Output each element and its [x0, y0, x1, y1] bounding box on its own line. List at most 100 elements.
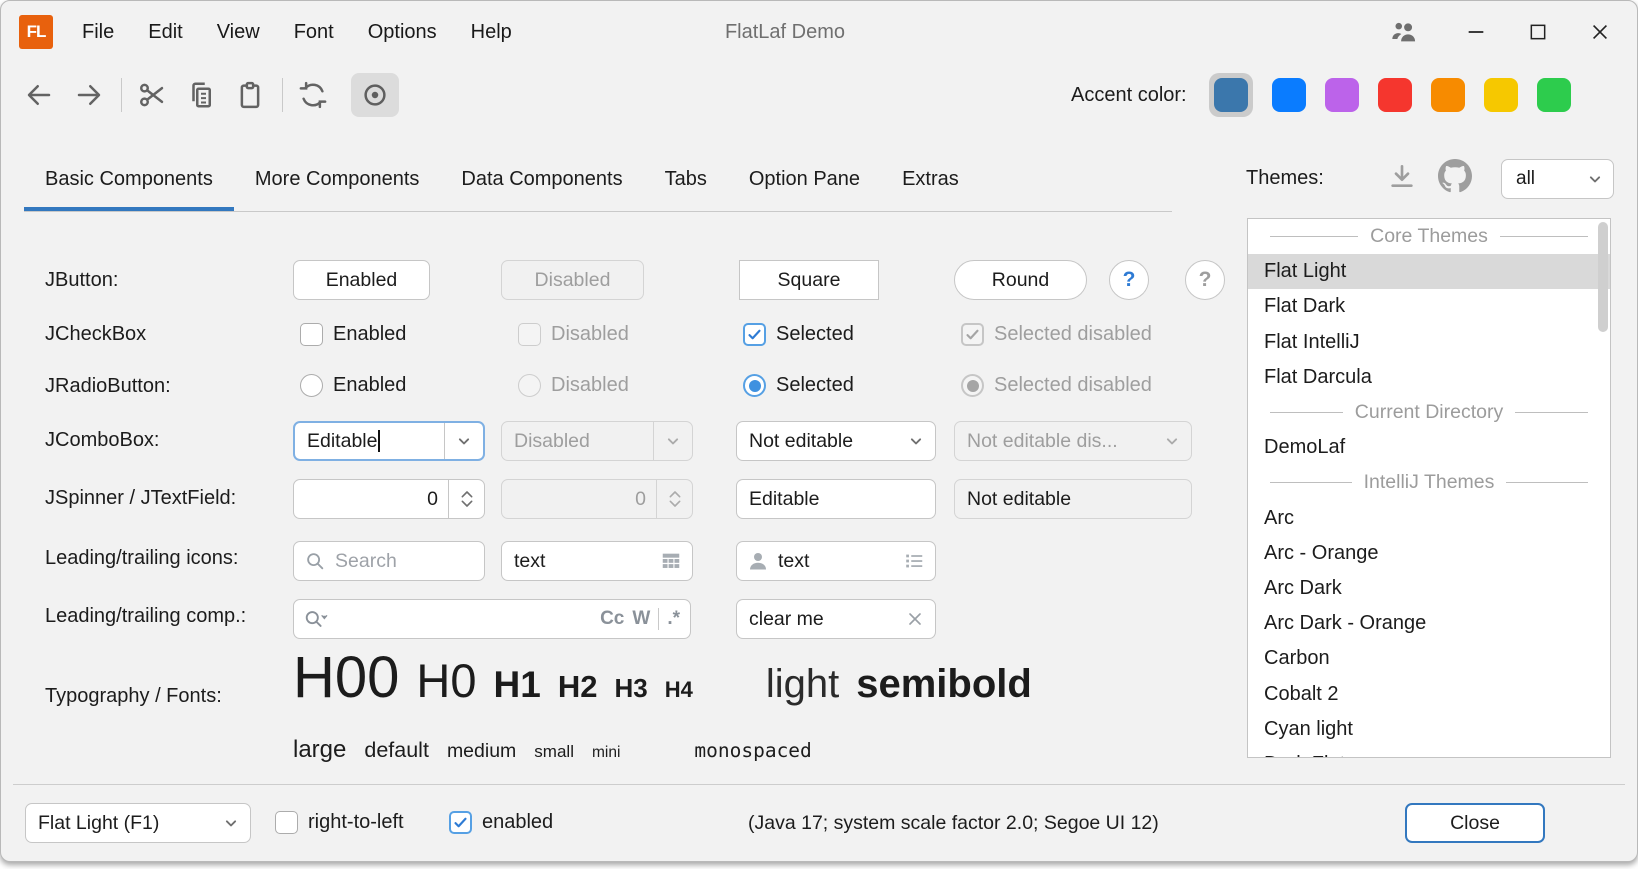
accent-swatch-orange[interactable]: [1431, 78, 1465, 112]
spinner-enabled[interactable]: 0: [293, 479, 485, 519]
laf-combobox[interactable]: Flat Light (F1): [25, 803, 251, 843]
clear-icon[interactable]: [905, 609, 925, 629]
chevron-down-icon[interactable]: [897, 431, 935, 451]
chevron-down-icon[interactable]: [445, 431, 483, 451]
back-button[interactable]: [19, 75, 59, 115]
checkbox-box[interactable]: [743, 323, 766, 346]
checkbox-selected-disabled: Selected disabled: [961, 323, 1152, 346]
h1-sample: H1: [494, 665, 541, 706]
checkbox-enabled[interactable]: Enabled: [300, 323, 406, 346]
accent-swatch-yellow[interactable]: [1484, 78, 1518, 112]
window-controls: [1369, 1, 1631, 63]
themes-filter-combobox[interactable]: all: [1501, 159, 1614, 199]
theme-item-flat-light[interactable]: Flat Light: [1248, 254, 1610, 289]
theme-item-flat-intellij[interactable]: Flat IntelliJ: [1248, 325, 1610, 360]
radio-disabled: Disabled: [518, 374, 629, 397]
combobox-editable[interactable]: Editable: [293, 421, 485, 461]
theme-item-arc[interactable]: Arc: [1248, 501, 1610, 536]
textfield-editable[interactable]: Editable: [736, 479, 936, 519]
combobox-not-editable[interactable]: Not editable: [736, 421, 936, 461]
rtl-checkbox[interactable]: right-to-left: [275, 811, 404, 834]
download-icon[interactable]: [1386, 161, 1418, 193]
close-button[interactable]: Close: [1405, 803, 1545, 843]
show-hidden-toggle[interactable]: [351, 73, 399, 117]
checkbox-box[interactable]: [300, 323, 323, 346]
paste-button[interactable]: [230, 75, 270, 115]
default-sample: default: [364, 739, 429, 763]
tab-extras[interactable]: Extras: [881, 154, 980, 211]
regex-button[interactable]: .*: [667, 608, 680, 630]
jcheckbox-label: JCheckBox: [45, 321, 146, 347]
theme-item-demolaf[interactable]: DemoLaf: [1248, 430, 1610, 465]
theme-item-dark-flat[interactable]: Dark Flat: [1248, 747, 1610, 758]
menu-options[interactable]: Options: [351, 21, 454, 44]
theme-item-arc-dark[interactable]: Arc Dark: [1248, 571, 1610, 606]
radio-selected[interactable]: Selected: [743, 374, 854, 397]
square-button[interactable]: Square: [739, 260, 879, 300]
copy-button[interactable]: [181, 75, 221, 115]
help-button-primary[interactable]: ?: [1109, 260, 1149, 300]
chevron-down-icon[interactable]: [212, 813, 250, 833]
theme-item-carbon[interactable]: Carbon: [1248, 641, 1610, 676]
clearable-field[interactable]: clear me: [736, 599, 936, 639]
menu-edit[interactable]: Edit: [131, 21, 199, 44]
monospaced-sample: monospaced: [694, 740, 811, 761]
checkbox-box[interactable]: [449, 811, 472, 834]
enabled-button[interactable]: Enabled: [293, 260, 430, 300]
typography-headings: H00 H0 H1 H2 H3 H4 light semibold: [293, 646, 1032, 710]
table-icon[interactable]: [660, 550, 682, 572]
themes-filter-value: all: [1516, 168, 1535, 190]
match-case-button[interactable]: Cc: [600, 608, 624, 630]
close-window-button[interactable]: [1569, 1, 1631, 63]
checkbox-box[interactable]: [275, 811, 298, 834]
tab-more-components[interactable]: More Components: [234, 154, 441, 211]
theme-item-cyan-light[interactable]: Cyan light: [1248, 712, 1610, 747]
tab-option-pane[interactable]: Option Pane: [728, 154, 881, 211]
theme-item-flat-dark[interactable]: Flat Dark: [1248, 289, 1610, 324]
search-field-with-options[interactable]: Cc W .*: [293, 599, 691, 639]
help-button-secondary[interactable]: ?: [1185, 260, 1225, 300]
radio-enabled[interactable]: Enabled: [300, 374, 406, 397]
menu-help[interactable]: Help: [454, 21, 529, 44]
accent-swatch-selected[interactable]: [1209, 73, 1253, 117]
radio-circle[interactable]: [743, 374, 766, 397]
theme-item-arc-dark-orange[interactable]: Arc Dark - Orange: [1248, 606, 1610, 641]
cut-button[interactable]: [132, 75, 172, 115]
search-field[interactable]: Search: [293, 541, 485, 581]
accent-swatch-blue[interactable]: [1272, 78, 1306, 112]
refresh-button[interactable]: [293, 75, 333, 115]
menu-view[interactable]: View: [200, 21, 277, 44]
whole-word-button[interactable]: W: [632, 608, 650, 630]
text-field-with-table-icon[interactable]: text: [501, 541, 693, 581]
accent-swatch-purple[interactable]: [1325, 78, 1359, 112]
menu-file[interactable]: File: [65, 21, 131, 44]
round-button[interactable]: Round: [954, 260, 1087, 300]
theme-item-arc-orange[interactable]: Arc - Orange: [1248, 536, 1610, 571]
leading-trailing-comp-label: Leading/trailing comp.:: [45, 603, 246, 629]
minimize-button[interactable]: [1445, 1, 1507, 63]
checkbox-selected[interactable]: Selected: [743, 323, 854, 346]
tab-basic-components[interactable]: Basic Components: [24, 154, 234, 211]
tab-data-components[interactable]: Data Components: [440, 154, 643, 211]
theme-item-cobalt-2[interactable]: Cobalt 2: [1248, 676, 1610, 711]
search-icon: [294, 550, 326, 572]
github-icon[interactable]: [1438, 159, 1472, 193]
radio-circle[interactable]: [300, 374, 323, 397]
enabled-checkbox[interactable]: enabled: [449, 811, 553, 834]
menu-list-icon[interactable]: [903, 550, 925, 572]
menu-font[interactable]: Font: [277, 21, 351, 44]
maximize-button[interactable]: [1507, 1, 1569, 63]
forward-button[interactable]: [69, 75, 109, 115]
accent-swatch-red[interactable]: [1378, 78, 1412, 112]
spinner-buttons[interactable]: [448, 480, 484, 518]
themes-list-scrollbar[interactable]: [1598, 222, 1608, 332]
themes-list: Core Themes Flat Light Flat Dark Flat In…: [1247, 218, 1611, 758]
radio-selected-disabled: Selected disabled: [961, 374, 1152, 397]
radio-circle: [518, 374, 541, 397]
accent-swatch-green[interactable]: [1537, 78, 1571, 112]
search-dropdown-icon[interactable]: [294, 607, 329, 631]
users-icon[interactable]: [1369, 1, 1439, 63]
theme-item-flat-darcula[interactable]: Flat Darcula: [1248, 360, 1610, 395]
text-field-with-user-icon[interactable]: text: [736, 541, 936, 581]
tab-tabs[interactable]: Tabs: [644, 154, 728, 211]
